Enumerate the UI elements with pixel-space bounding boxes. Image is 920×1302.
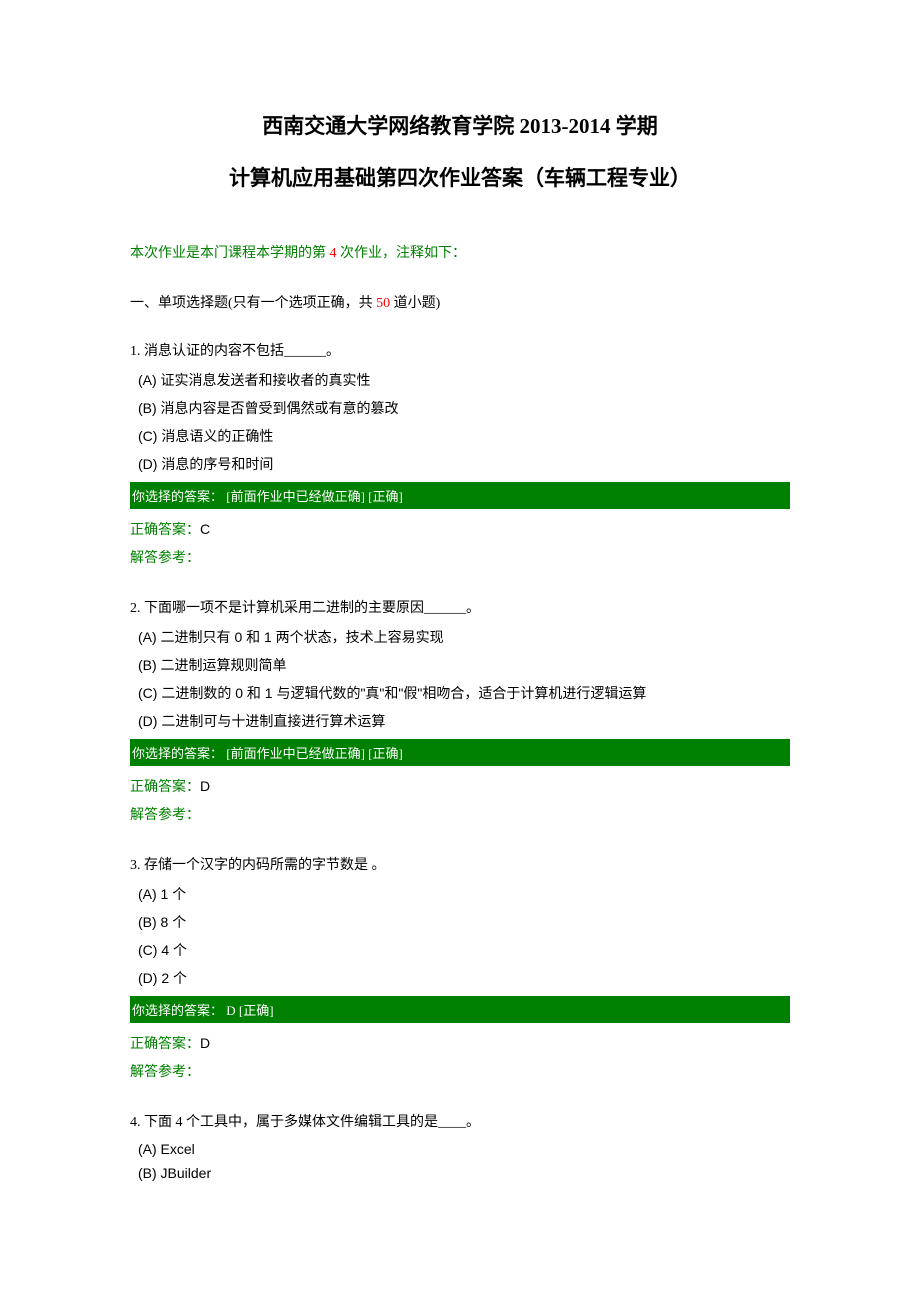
your-answer-bar: 你选择的答案： [前面作业中已经做正确] [正确] — [130, 739, 790, 766]
solution-reference: 解答参考： — [130, 1061, 790, 1081]
your-answer-value: D [正确] — [226, 1003, 273, 1018]
question-text: 1. 消息认证的内容不包括______。 — [130, 340, 790, 360]
question-stem: 下面 4 个工具中，属于多媒体文件编辑工具的是____。 — [141, 1115, 481, 1130]
question-option: (B) 二进制运算规则简单 — [138, 655, 790, 675]
question-option: (B) JBuilder — [138, 1165, 790, 1181]
assignment-intro: 本次作业是本门课程本学期的第 4 次作业，注释如下： — [130, 242, 790, 262]
question-stem: 存储一个汉字的内码所需的字节数是 。 — [141, 858, 386, 873]
question-block: 3. 存储一个汉字的内码所需的字节数是 。 (A) 1 个 (B) 8 个 (C… — [130, 854, 790, 1081]
question-number: 3. — [130, 858, 141, 873]
section-heading: 一、单项选择题(只有一个选项正确，共 50 道小题) — [130, 292, 790, 312]
your-answer-value: [前面作业中已经做正确] [正确] — [226, 489, 403, 504]
correct-answer-label: 正确答案： — [130, 780, 200, 795]
correct-answer-line: 正确答案：D — [130, 1033, 790, 1053]
your-answer-label: 你选择的答案： — [132, 1003, 226, 1018]
question-option: (B) 消息内容是否曾受到偶然或有意的篡改 — [138, 398, 790, 418]
solution-reference: 解答参考： — [130, 804, 790, 824]
question-block: 1. 消息认证的内容不包括______。 (A) 证实消息发送者和接收者的真实性… — [130, 340, 790, 567]
question-block: 2. 下面哪一项不是计算机采用二进制的主要原因______。 (A) 二进制只有… — [130, 597, 790, 824]
section-count: 50 — [376, 296, 390, 311]
correct-answer-value: D — [200, 1035, 210, 1051]
question-option: (A) 二进制只有 0 和 1 两个状态，技术上容易实现 — [138, 627, 790, 647]
title-line-2: 计算机应用基础第四次作业答案（车辆工程专业） — [130, 162, 790, 192]
your-answer-label: 你选择的答案： — [132, 746, 226, 761]
question-text: 2. 下面哪一项不是计算机采用二进制的主要原因______。 — [130, 597, 790, 617]
question-stem: 消息认证的内容不包括______。 — [141, 344, 341, 359]
question-stem: 下面哪一项不是计算机采用二进制的主要原因______。 — [141, 601, 481, 616]
correct-answer-line: 正确答案：C — [130, 519, 790, 539]
your-answer-bar: 你选择的答案： [前面作业中已经做正确] [正确] — [130, 482, 790, 509]
document-page: 西南交通大学网络教育学院 2013-2014 学期 计算机应用基础第四次作业答案… — [0, 0, 920, 1251]
your-answer-bar: 你选择的答案： D [正确] — [130, 996, 790, 1023]
question-option: (A) Excel — [138, 1141, 790, 1157]
question-option: (C) 二进制数的 0 和 1 与逻辑代数的"真"和"假"相吻合，适合于计算机进… — [138, 683, 790, 703]
question-option: (A) 1 个 — [138, 884, 790, 904]
correct-answer-value: D — [200, 778, 210, 794]
solution-reference: 解答参考： — [130, 547, 790, 567]
correct-answer-label: 正确答案： — [130, 1037, 200, 1052]
question-option: (D) 消息的序号和时间 — [138, 454, 790, 474]
question-option: (D) 2 个 — [138, 968, 790, 988]
title-line-1: 西南交通大学网络教育学院 2013-2014 学期 — [130, 110, 790, 140]
question-option: (B) 8 个 — [138, 912, 790, 932]
question-option: (C) 消息语义的正确性 — [138, 426, 790, 446]
question-text: 4. 下面 4 个工具中，属于多媒体文件编辑工具的是____。 — [130, 1111, 790, 1131]
correct-answer-label: 正确答案： — [130, 523, 200, 538]
question-option: (C) 4 个 — [138, 940, 790, 960]
question-block: 4. 下面 4 个工具中，属于多媒体文件编辑工具的是____。 (A) Exce… — [130, 1111, 790, 1181]
question-number: 2. — [130, 601, 141, 616]
correct-answer-value: C — [200, 521, 210, 537]
question-option: (A) 证实消息发送者和接收者的真实性 — [138, 370, 790, 390]
question-number: 4. — [130, 1115, 141, 1130]
your-answer-label: 你选择的答案： — [132, 489, 226, 504]
intro-suffix: 次作业，注释如下： — [337, 246, 467, 261]
section-suffix: 道小题) — [390, 296, 440, 311]
intro-prefix: 本次作业是本门课程本学期的第 — [130, 246, 330, 261]
correct-answer-line: 正确答案：D — [130, 776, 790, 796]
question-number: 1. — [130, 344, 141, 359]
section-prefix: 一、单项选择题(只有一个选项正确，共 — [130, 296, 376, 311]
your-answer-value: [前面作业中已经做正确] [正确] — [226, 746, 403, 761]
intro-number: 4 — [330, 246, 337, 261]
question-text: 3. 存储一个汉字的内码所需的字节数是 。 — [130, 854, 790, 874]
question-option: (D) 二进制可与十进制直接进行算术运算 — [138, 711, 790, 731]
